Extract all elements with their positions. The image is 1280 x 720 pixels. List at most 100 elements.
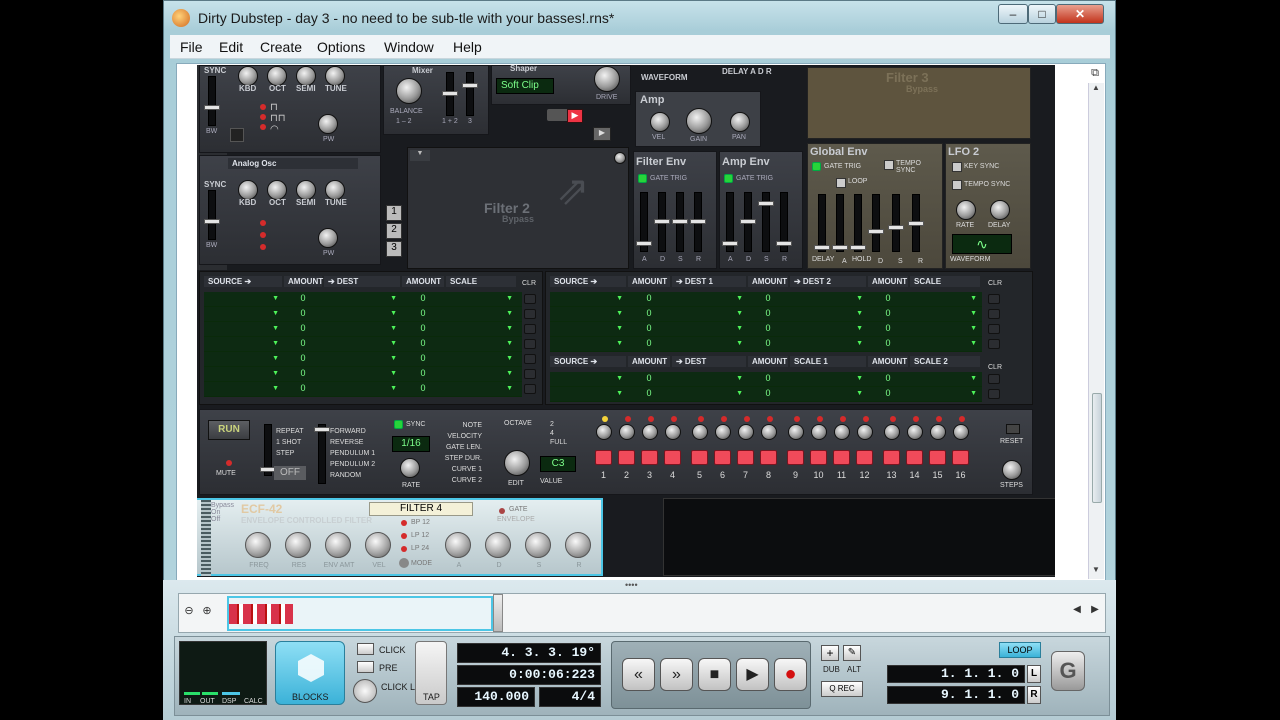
step-knob[interactable] bbox=[715, 424, 731, 440]
menu-edit[interactable]: Edit bbox=[219, 39, 243, 55]
scroll-up-icon[interactable]: ▲ bbox=[1092, 83, 1100, 92]
rack-scrollbar[interactable]: ▲ ▼ bbox=[1088, 83, 1104, 579]
alt-pen-button[interactable]: ✎ bbox=[843, 645, 861, 661]
mod-amount-cell[interactable]: 0 bbox=[284, 367, 322, 380]
mod-select-cell[interactable]: ▼ bbox=[446, 292, 516, 305]
step-knob[interactable] bbox=[953, 424, 969, 440]
step-knob[interactable] bbox=[642, 424, 658, 440]
mod-clear-button[interactable] bbox=[988, 294, 1000, 304]
mod-clear-button[interactable] bbox=[524, 309, 536, 319]
mod-select-cell[interactable]: ▼ bbox=[790, 307, 866, 320]
mod-amount-cell[interactable]: 0 bbox=[868, 307, 908, 320]
step-gate-button[interactable] bbox=[810, 450, 827, 465]
osc2-bw-fader[interactable] bbox=[204, 190, 220, 240]
maximize-button[interactable]: □ bbox=[1028, 4, 1056, 24]
step-knob[interactable] bbox=[596, 424, 612, 440]
mod-amount-cell[interactable]: 0 bbox=[748, 322, 788, 335]
record-button[interactable]: ● bbox=[774, 658, 807, 691]
route-forward-icon[interactable]: ▶ bbox=[593, 127, 611, 141]
osc1-bw-fader[interactable] bbox=[204, 76, 220, 126]
mod-select-cell[interactable]: ▼ bbox=[672, 387, 746, 400]
mod-amount-cell[interactable]: 0 bbox=[628, 387, 670, 400]
mod-select-cell[interactable]: ▼ bbox=[550, 337, 626, 350]
filter-env-a-fader[interactable] bbox=[636, 192, 652, 252]
step-gate-button[interactable] bbox=[714, 450, 731, 465]
step-knob[interactable] bbox=[811, 424, 827, 440]
seq-lane-velocity[interactable]: VELOCITY bbox=[436, 431, 482, 442]
seq-sync-led[interactable] bbox=[394, 420, 403, 429]
seq-lane-note[interactable]: NOTE bbox=[436, 420, 482, 431]
click-level-knob[interactable] bbox=[353, 679, 377, 703]
osc2-oct-knob[interactable] bbox=[267, 180, 287, 200]
menu-help[interactable]: Help bbox=[453, 39, 482, 55]
mod-select-cell[interactable]: ▼ bbox=[324, 292, 400, 305]
lfo2-delay-knob[interactable] bbox=[990, 200, 1010, 220]
mod-clear-button[interactable] bbox=[988, 309, 1000, 319]
step-knob[interactable] bbox=[738, 424, 754, 440]
mod-amount-cell[interactable]: 0 bbox=[748, 372, 788, 385]
mod-select-cell[interactable]: ▼ bbox=[204, 367, 282, 380]
mod-amount-cell[interactable]: 0 bbox=[748, 292, 788, 305]
mod-select-cell[interactable]: ▼ bbox=[672, 292, 746, 305]
mod-clear-button[interactable] bbox=[524, 294, 536, 304]
global-env-d-fader[interactable] bbox=[868, 194, 884, 252]
mod-amount-cell[interactable]: 0 bbox=[628, 307, 670, 320]
osc1-semi-knob[interactable] bbox=[296, 66, 316, 86]
scroll-right-icon[interactable]: ▶ bbox=[1087, 604, 1103, 622]
mod-select-cell[interactable]: ▼ bbox=[790, 292, 866, 305]
scroll-down-icon[interactable]: ▼ bbox=[1092, 565, 1100, 574]
seq-lane-gate[interactable]: GATE LEN. bbox=[436, 442, 482, 453]
title-bar[interactable]: Dirty Dubstep - day 3 - no need to be su… bbox=[164, 1, 1117, 35]
step-knob[interactable] bbox=[619, 424, 635, 440]
seq-oct-4[interactable]: 4 bbox=[550, 429, 567, 438]
mod-clear-button[interactable] bbox=[988, 389, 1000, 399]
ecf42-knob[interactable] bbox=[525, 532, 551, 558]
mod-clear-button[interactable] bbox=[988, 339, 1000, 349]
mod-select-cell[interactable]: ▼ bbox=[204, 352, 282, 365]
rewind-button[interactable]: « bbox=[622, 658, 655, 691]
mod-select-cell[interactable]: ▼ bbox=[672, 307, 746, 320]
seq-rate-knob[interactable] bbox=[400, 458, 420, 478]
route-play-icon[interactable]: ▶ bbox=[567, 109, 583, 123]
mod-amount-cell[interactable]: 0 bbox=[284, 292, 322, 305]
step-gate-button[interactable] bbox=[760, 450, 777, 465]
stop-button[interactable]: ■ bbox=[698, 658, 731, 691]
mod-select-cell[interactable]: ▼ bbox=[446, 322, 516, 335]
mod-select-cell[interactable]: ▼ bbox=[324, 307, 400, 320]
filter2-menu-icon[interactable]: ▼ bbox=[410, 150, 430, 161]
mod-select-cell[interactable]: ▼ bbox=[204, 292, 282, 305]
seq-run-button[interactable]: RUN bbox=[208, 420, 250, 440]
mod-clear-button[interactable] bbox=[524, 324, 536, 334]
mod-select-cell[interactable]: ▼ bbox=[446, 382, 516, 395]
mod-select-cell[interactable]: ▼ bbox=[446, 352, 516, 365]
seq-direction-switch[interactable] bbox=[314, 424, 330, 484]
step-knob[interactable] bbox=[665, 424, 681, 440]
filter2-bypass-knob[interactable] bbox=[614, 152, 626, 164]
mod-amount-cell[interactable]: 0 bbox=[402, 292, 444, 305]
ecf42-knob[interactable] bbox=[365, 532, 391, 558]
mod-amount-cell[interactable]: 0 bbox=[402, 352, 444, 365]
shaper-mode-display[interactable]: Soft Clip bbox=[496, 78, 554, 94]
mixer-balance-knob[interactable] bbox=[396, 78, 422, 104]
route-button-1[interactable]: 1 bbox=[386, 205, 402, 221]
global-env-hold-fader[interactable] bbox=[850, 194, 866, 252]
ecf42-knob[interactable] bbox=[485, 532, 511, 558]
mod-select-cell[interactable]: ▼ bbox=[324, 367, 400, 380]
step-knob[interactable] bbox=[884, 424, 900, 440]
step-gate-button[interactable] bbox=[618, 450, 635, 465]
seq-lane-curve1[interactable]: CURVE 1 bbox=[436, 464, 482, 475]
lfo2-key-sync-button[interactable] bbox=[952, 162, 962, 172]
navigator-handle[interactable] bbox=[493, 594, 503, 632]
amp-vel-knob[interactable] bbox=[650, 112, 670, 132]
step-gate-button[interactable] bbox=[664, 450, 681, 465]
ecf42-knob[interactable] bbox=[325, 532, 351, 558]
mod-amount-cell[interactable]: 0 bbox=[868, 322, 908, 335]
left-locator-button[interactable]: L bbox=[1027, 665, 1041, 683]
mod-select-cell[interactable]: ▼ bbox=[910, 337, 980, 350]
osc2-wave-led[interactable] bbox=[260, 220, 266, 226]
osc1-mode-button[interactable] bbox=[230, 128, 244, 142]
mod-amount-cell[interactable]: 0 bbox=[628, 322, 670, 335]
menu-create[interactable]: Create bbox=[260, 39, 302, 55]
tempo-display[interactable]: 140.000 bbox=[457, 687, 535, 707]
mod-select-cell[interactable]: ▼ bbox=[446, 367, 516, 380]
